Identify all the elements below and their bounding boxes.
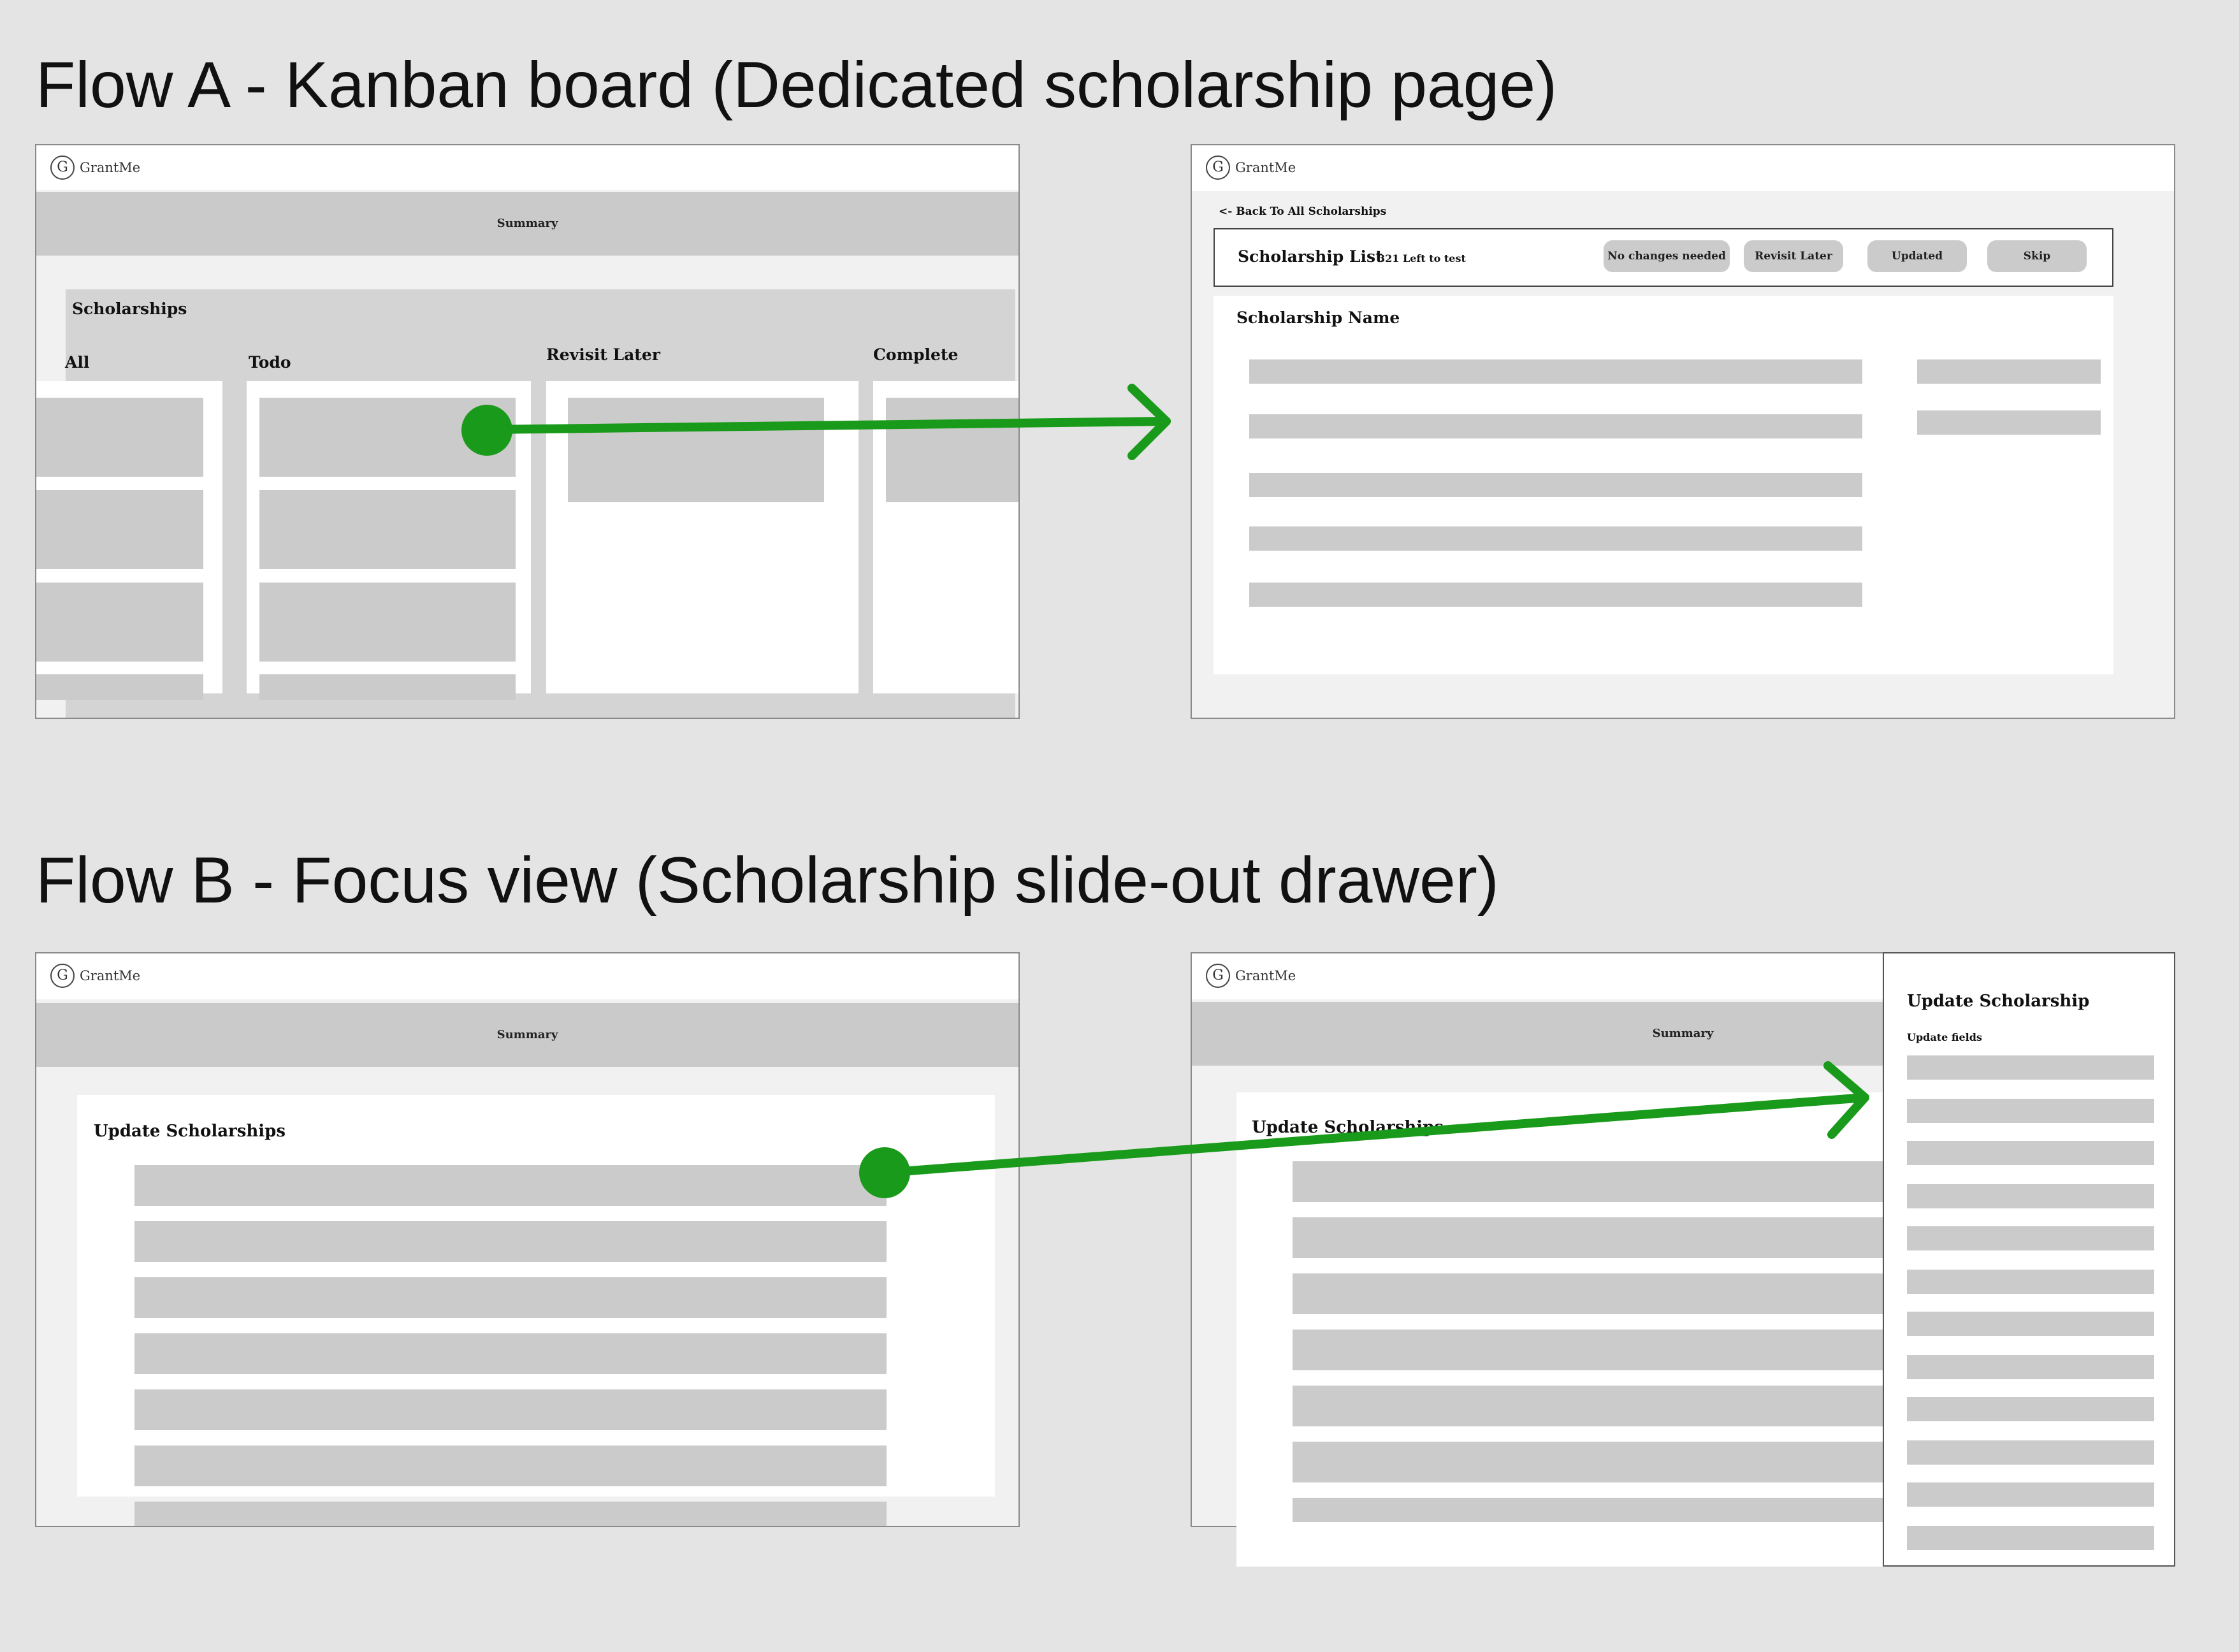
arrow-right-icon: [482, 417, 1171, 434]
flow-arrows: [461, 384, 1869, 1198]
start-dot-icon: [859, 1147, 910, 1198]
arrow-right-icon: [880, 1093, 1869, 1177]
flow-b-arrow: [880, 1061, 1869, 1177]
flow-a-arrow: [482, 384, 1171, 460]
start-dot-icon: [461, 405, 512, 456]
